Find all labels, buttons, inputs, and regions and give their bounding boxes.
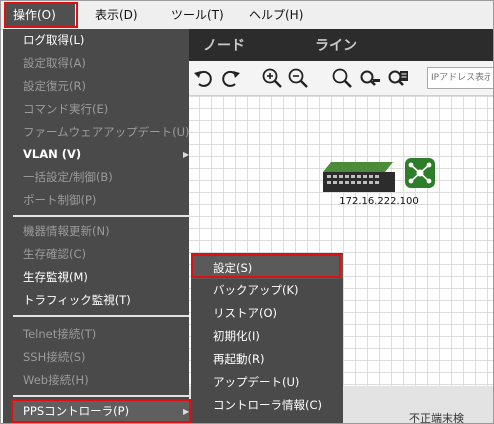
menu-item-telnet: Telnet接続(T) — [23, 327, 97, 341]
menu-item-vlan[interactable]: VLAN (V) — [23, 146, 81, 162]
search-icon[interactable] — [331, 67, 353, 89]
redo-icon[interactable] — [219, 67, 241, 89]
view-tab-strip: ノード ライン — [187, 29, 493, 61]
vlan-submenu-arrow-icon: ▶ — [183, 150, 190, 159]
search-table-icon[interactable] — [387, 67, 409, 89]
zoom-out-icon[interactable] — [287, 67, 309, 89]
toolbar — [187, 61, 493, 96]
menu-item-restore-config: 設定復元(R) — [23, 79, 86, 93]
submenu-item-restore[interactable]: リストア(O) — [213, 305, 277, 321]
menu-item-web: Web接続(H) — [23, 373, 89, 387]
menu-view[interactable]: 表示(D) — [87, 3, 146, 27]
menu-item-traffic-monitor[interactable]: トラフィック監視(T) — [23, 292, 131, 308]
menu-item-get-config: 設定取得(A) — [23, 56, 86, 70]
submenu-item-backup[interactable]: バックアップ(K) — [213, 282, 299, 298]
zoom-in-icon[interactable] — [261, 67, 283, 89]
menu-operation[interactable]: 操作(O) — [5, 3, 75, 27]
menu-item-get-log[interactable]: ログ取得(L) — [23, 32, 84, 48]
menu-item-ssh: SSH接続(S) — [23, 350, 86, 364]
app-window: 操作(O) 表示(D) ツール(T) ヘルプ(H) ノード ライン IPアドレス… — [0, 0, 494, 424]
menu-tools[interactable]: ツール(T) — [163, 3, 232, 27]
submenu-item-restart[interactable]: 再起動(R) — [213, 351, 264, 367]
menu-item-alive-monitor[interactable]: 生存監視(M) — [23, 269, 88, 285]
tab-node[interactable]: ノード — [203, 35, 245, 55]
ip-display-input[interactable] — [427, 67, 493, 89]
tab-unauthorized-terminal[interactable]: 不正端末検 — [409, 410, 464, 423]
device-ip-label: 172.16.222.100 — [339, 196, 419, 207]
search-node-icon[interactable] — [359, 67, 381, 89]
operation-menu: ログ取得(L) 設定取得(A) 設定復元(R) コマンド実行(E) ファームウェ… — [3, 29, 190, 423]
menu-item-port-control: ポート制御(P) — [23, 193, 97, 207]
menu-item-pps-controller[interactable]: PPSコントローラ(P) — [23, 403, 129, 419]
menu-item-firmware-update: ファームウェアアップデート(U) — [23, 125, 190, 139]
menu-separator — [13, 215, 189, 217]
submenu-item-settings[interactable]: 設定(S) — [213, 260, 252, 276]
undo-icon[interactable] — [193, 67, 215, 89]
submenu-item-initialize[interactable]: 初期化(I) — [213, 328, 260, 344]
pps-submenu-arrow-icon: ▶ — [183, 407, 190, 416]
submenu-item-controller-info[interactable]: コントローラ情報(C) — [213, 397, 322, 413]
menu-bar: 操作(O) 表示(D) ツール(T) ヘルプ(H) — [1, 1, 493, 30]
menu-separator — [13, 315, 189, 317]
menu-item-alive-check: 生存確認(C) — [23, 247, 87, 261]
menu-item-bulk-config: 一括設定/制御(B) — [23, 170, 113, 184]
menu-item-update-device-info: 機器情報更新(N) — [23, 224, 110, 238]
submenu-item-update[interactable]: アップデート(U) — [213, 374, 299, 390]
menu-item-run-command: コマンド実行(E) — [23, 102, 109, 116]
pps-controller-submenu: 設定(S) バックアップ(K) リストア(O) 初期化(I) 再起動(R) アッ… — [191, 253, 343, 423]
tab-line[interactable]: ライン — [315, 35, 357, 55]
menu-help[interactable]: ヘルプ(H) — [241, 3, 311, 27]
menu-separator — [13, 395, 189, 397]
